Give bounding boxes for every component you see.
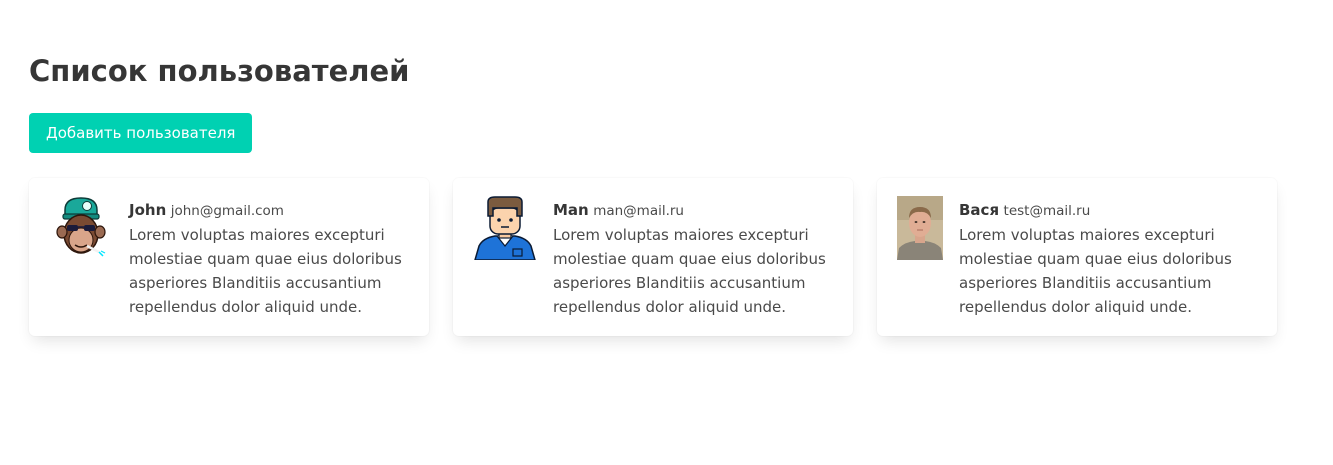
user-description: Lorem voluptas maiores excepturi molesti…: [553, 226, 826, 316]
user-card: Man man@mail.ru Lorem voluptas maiores e…: [453, 178, 853, 336]
user-email: john@gmail.com: [170, 203, 284, 219]
user-email: man@mail.ru: [593, 203, 684, 219]
user-card-content: Вася test@mail.ru Lorem voluptas maiores…: [959, 196, 1257, 318]
man-avatar-icon: [473, 196, 537, 260]
user-description: Lorem voluptas maiores excepturi molesti…: [129, 226, 402, 316]
user-name: Man: [553, 201, 589, 219]
user-description: Lorem voluptas maiores excepturi molesti…: [959, 226, 1232, 316]
page: Список пользователей Добавить пользовате…: [0, 0, 1333, 465]
user-header: John john@gmail.com: [129, 198, 409, 223]
photo-avatar: [897, 196, 943, 260]
user-name: Вася: [959, 201, 1000, 219]
user-card-content: John john@gmail.com Lorem voluptas maior…: [129, 196, 409, 318]
page-title: Список пользователей: [29, 54, 410, 88]
user-header: Вася test@mail.ru: [959, 198, 1257, 223]
user-card: John john@gmail.com Lorem voluptas maior…: [29, 178, 429, 336]
user-list: John john@gmail.com Lorem voluptas maior…: [29, 178, 1277, 336]
add-user-button[interactable]: Добавить пользователя: [29, 113, 253, 153]
user-email: test@mail.ru: [1003, 203, 1091, 219]
user-name: John: [129, 201, 167, 219]
monkey-avatar-icon: [49, 196, 113, 260]
user-card-content: Man man@mail.ru Lorem voluptas maiores e…: [553, 196, 833, 318]
user-card: Вася test@mail.ru Lorem voluptas maiores…: [877, 178, 1277, 336]
user-header: Man man@mail.ru: [553, 198, 833, 223]
